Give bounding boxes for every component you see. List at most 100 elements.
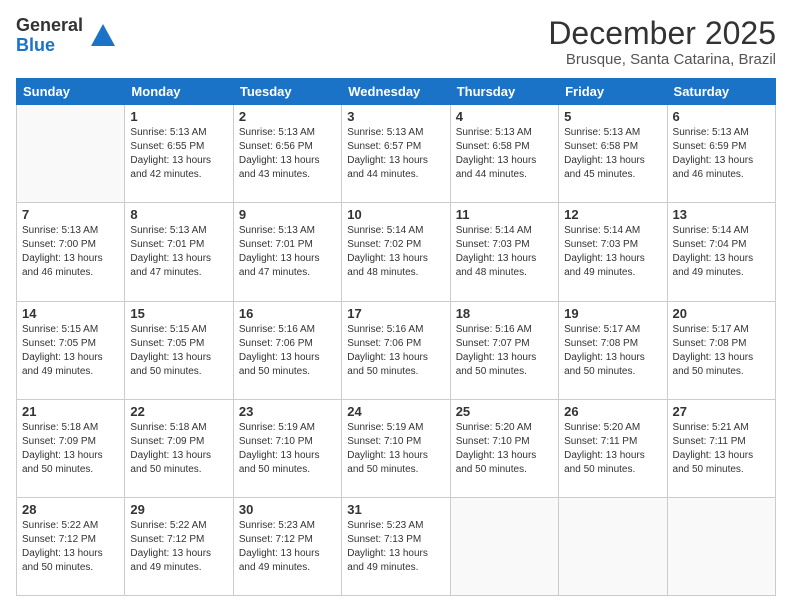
day-number: 12	[564, 207, 661, 222]
cell-content: Sunrise: 5:18 AM Sunset: 7:09 PM Dayligh…	[22, 421, 119, 477]
day-number: 31	[347, 502, 444, 517]
table-row: 4 Sunrise: 5:13 AM Sunset: 6:58 PM Daylig…	[450, 105, 558, 203]
logo-icon	[89, 22, 117, 50]
cell-content: Sunrise: 5:22 AM Sunset: 7:12 PM Dayligh…	[22, 519, 119, 575]
day-number: 18	[456, 306, 553, 321]
table-row: 9 Sunrise: 5:13 AM Sunset: 7:01 PM Daylig…	[233, 203, 341, 301]
day-number: 3	[347, 109, 444, 124]
cell-content: Sunrise: 5:23 AM Sunset: 7:12 PM Dayligh…	[239, 519, 336, 575]
day-number: 23	[239, 404, 336, 419]
cell-content: Sunrise: 5:13 AM Sunset: 6:56 PM Dayligh…	[239, 126, 336, 182]
day-number: 11	[456, 207, 553, 222]
day-number: 21	[22, 404, 119, 419]
day-number: 27	[673, 404, 770, 419]
day-number: 1	[130, 109, 227, 124]
table-row: 19Sunrise: 5:17 AM Sunset: 7:08 PM Dayli…	[559, 301, 667, 399]
table-row: 5 Sunrise: 5:13 AM Sunset: 6:58 PM Daylig…	[559, 105, 667, 203]
day-number: 17	[347, 306, 444, 321]
calendar-week-3: 21 Sunrise: 5:18 AM Sunset: 7:09 PM Dayli…	[17, 399, 776, 497]
logo: General Blue	[16, 16, 117, 56]
cell-content: Sunrise: 5:23 AM Sunset: 7:13 PM Dayligh…	[347, 519, 444, 575]
table-row	[450, 497, 558, 595]
table-row: 11 Sunrise: 5:14 AM Sunset: 7:03 PM Dayli…	[450, 203, 558, 301]
table-row: 17 Sunrise: 5:16 AM Sunset: 7:06 PM Dayli…	[342, 301, 450, 399]
cell-content: Sunrise: 5:22 AM Sunset: 7:12 PM Dayligh…	[130, 519, 227, 575]
cell-content: Sunrise: 5:16 AM Sunset: 7:06 PM Dayligh…	[239, 323, 336, 379]
cell-content: Sunrise: 5:16 AM Sunset: 7:06 PM Dayligh…	[347, 323, 444, 379]
table-row: 18 Sunrise: 5:16 AM Sunset: 7:07 PM Dayli…	[450, 301, 558, 399]
cell-content: Sunrise: 5:14 AM Sunset: 7:04 PM Dayligh…	[673, 224, 770, 280]
table-row: 10Sunrise: 5:14 AM Sunset: 7:02 PM Dayli…	[342, 203, 450, 301]
table-row: 15 Sunrise: 5:15 AM Sunset: 7:05 PM Dayli…	[125, 301, 233, 399]
col-sunday: Sunday	[17, 79, 125, 105]
cell-content: Sunrise: 5:14 AM Sunset: 7:03 PM Dayligh…	[456, 224, 553, 280]
logo-text: General Blue	[16, 16, 83, 56]
table-row: 7 Sunrise: 5:13 AM Sunset: 7:00 PM Daylig…	[17, 203, 125, 301]
table-row: 20Sunrise: 5:17 AM Sunset: 7:08 PM Dayli…	[667, 301, 775, 399]
table-row: 3 Sunrise: 5:13 AM Sunset: 6:57 PM Daylig…	[342, 105, 450, 203]
cell-content: Sunrise: 5:13 AM Sunset: 6:55 PM Dayligh…	[130, 126, 227, 182]
col-monday: Monday	[125, 79, 233, 105]
table-row: 16 Sunrise: 5:16 AM Sunset: 7:06 PM Dayli…	[233, 301, 341, 399]
cell-content: Sunrise: 5:13 AM Sunset: 6:58 PM Dayligh…	[564, 126, 661, 182]
table-row	[559, 497, 667, 595]
day-number: 25	[456, 404, 553, 419]
calendar-week-1: 7 Sunrise: 5:13 AM Sunset: 7:00 PM Daylig…	[17, 203, 776, 301]
table-row: 21 Sunrise: 5:18 AM Sunset: 7:09 PM Dayli…	[17, 399, 125, 497]
table-row: 27 Sunrise: 5:21 AM Sunset: 7:11 PM Dayli…	[667, 399, 775, 497]
col-thursday: Thursday	[450, 79, 558, 105]
title-block: December 2025 Brusque, Santa Catarina, B…	[548, 16, 776, 68]
day-number: 26	[564, 404, 661, 419]
cell-content: Sunrise: 5:15 AM Sunset: 7:05 PM Dayligh…	[22, 323, 119, 379]
cell-content: Sunrise: 5:18 AM Sunset: 7:09 PM Dayligh…	[130, 421, 227, 477]
calendar-table: Sunday Monday Tuesday Wednesday Thursday…	[16, 78, 776, 596]
day-number: 8	[130, 207, 227, 222]
day-number: 29	[130, 502, 227, 517]
header: General Blue December 2025 Brusque, Sant…	[16, 16, 776, 68]
main-title: December 2025	[548, 16, 776, 51]
table-row: 2 Sunrise: 5:13 AM Sunset: 6:56 PM Daylig…	[233, 105, 341, 203]
day-number: 28	[22, 502, 119, 517]
table-row: 13 Sunrise: 5:14 AM Sunset: 7:04 PM Dayli…	[667, 203, 775, 301]
day-number: 5	[564, 109, 661, 124]
day-number: 10	[347, 207, 444, 222]
page: General Blue December 2025 Brusque, Sant…	[0, 0, 792, 612]
day-number: 13	[673, 207, 770, 222]
table-row	[667, 497, 775, 595]
day-number: 16	[239, 306, 336, 321]
day-number: 30	[239, 502, 336, 517]
calendar-week-4: 28 Sunrise: 5:22 AM Sunset: 7:12 PM Dayli…	[17, 497, 776, 595]
day-number: 22	[130, 404, 227, 419]
cell-content: Sunrise: 5:13 AM Sunset: 6:58 PM Dayligh…	[456, 126, 553, 182]
day-number: 9	[239, 207, 336, 222]
cell-content: Sunrise: 5:14 AM Sunset: 7:03 PM Dayligh…	[564, 224, 661, 280]
table-row: 23 Sunrise: 5:19 AM Sunset: 7:10 PM Dayli…	[233, 399, 341, 497]
day-number: 6	[673, 109, 770, 124]
logo-general: General	[16, 16, 83, 36]
table-row: 25Sunrise: 5:20 AM Sunset: 7:10 PM Dayli…	[450, 399, 558, 497]
table-row: 30 Sunrise: 5:23 AM Sunset: 7:12 PM Dayli…	[233, 497, 341, 595]
table-row: 6 Sunrise: 5:13 AM Sunset: 6:59 PM Daylig…	[667, 105, 775, 203]
cell-content: Sunrise: 5:17 AM Sunset: 7:08 PM Dayligh…	[564, 323, 661, 379]
cell-content: Sunrise: 5:16 AM Sunset: 7:07 PM Dayligh…	[456, 323, 553, 379]
calendar-week-0: 1 Sunrise: 5:13 AM Sunset: 6:55 PM Daylig…	[17, 105, 776, 203]
table-row: 31 Sunrise: 5:23 AM Sunset: 7:13 PM Dayli…	[342, 497, 450, 595]
day-number: 7	[22, 207, 119, 222]
cell-content: Sunrise: 5:13 AM Sunset: 6:57 PM Dayligh…	[347, 126, 444, 182]
cell-content: Sunrise: 5:13 AM Sunset: 7:01 PM Dayligh…	[130, 224, 227, 280]
cell-content: Sunrise: 5:15 AM Sunset: 7:05 PM Dayligh…	[130, 323, 227, 379]
cell-content: Sunrise: 5:19 AM Sunset: 7:10 PM Dayligh…	[239, 421, 336, 477]
cell-content: Sunrise: 5:17 AM Sunset: 7:08 PM Dayligh…	[673, 323, 770, 379]
table-row: 29 Sunrise: 5:22 AM Sunset: 7:12 PM Dayli…	[125, 497, 233, 595]
cell-content: Sunrise: 5:13 AM Sunset: 7:01 PM Dayligh…	[239, 224, 336, 280]
table-row: 1 Sunrise: 5:13 AM Sunset: 6:55 PM Daylig…	[125, 105, 233, 203]
logo-blue: Blue	[16, 36, 83, 56]
cell-content: Sunrise: 5:13 AM Sunset: 6:59 PM Dayligh…	[673, 126, 770, 182]
day-number: 4	[456, 109, 553, 124]
day-number: 15	[130, 306, 227, 321]
day-number: 2	[239, 109, 336, 124]
col-friday: Friday	[559, 79, 667, 105]
table-row: 28 Sunrise: 5:22 AM Sunset: 7:12 PM Dayli…	[17, 497, 125, 595]
cell-content: Sunrise: 5:13 AM Sunset: 7:00 PM Dayligh…	[22, 224, 119, 280]
cell-content: Sunrise: 5:21 AM Sunset: 7:11 PM Dayligh…	[673, 421, 770, 477]
